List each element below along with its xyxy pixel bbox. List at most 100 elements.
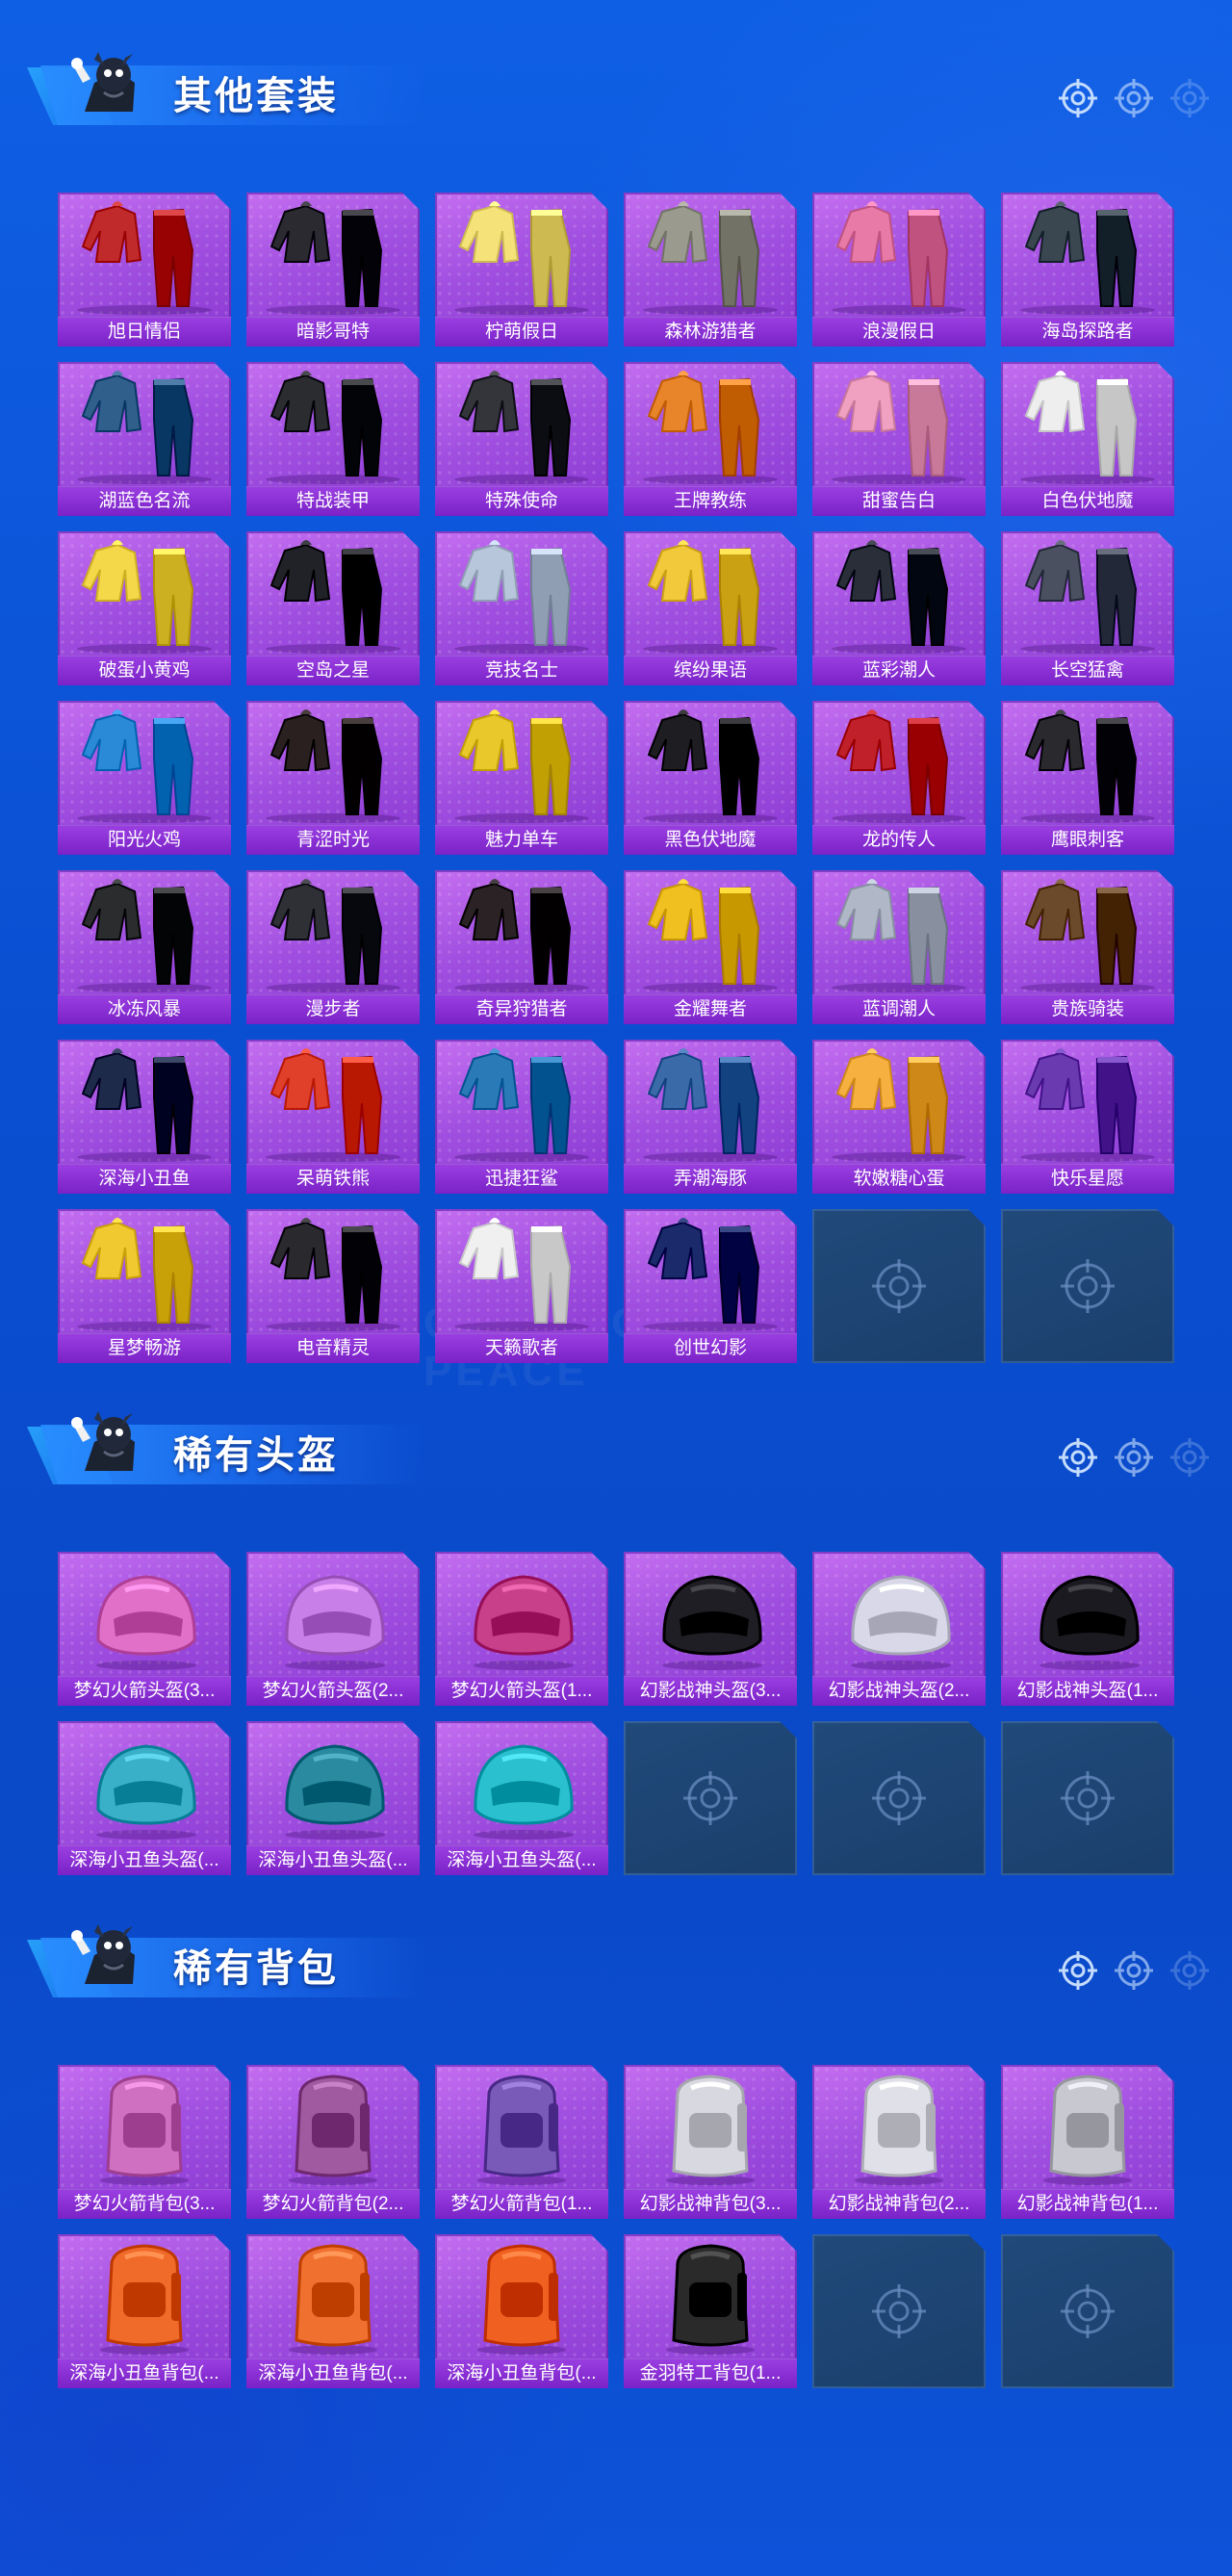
backpack-card[interactable]: 幻影战神背包(3... — [624, 2065, 797, 2219]
outfit-card[interactable]: 海岛探路者 — [1001, 193, 1174, 347]
helmet-card[interactable]: 深海小丑鱼头盔(... — [246, 1721, 420, 1875]
outfit-card[interactable]: 青涩时光 — [246, 701, 420, 855]
backpack-name: 深海小丑鱼背包(... — [246, 2358, 420, 2388]
helmet-image — [58, 1552, 231, 1675]
outfit-card[interactable]: 蓝调潮人 — [812, 870, 986, 1024]
outfit-card[interactable]: 柠萌假日 — [435, 193, 608, 347]
outfit-name: 冰冻风暴 — [58, 994, 231, 1024]
helmet-image — [435, 1552, 608, 1675]
outfit-card[interactable]: 旭日情侣 — [58, 193, 231, 347]
outfit-name: 软嫩糖心蛋 — [812, 1164, 986, 1194]
backpack-card[interactable]: 幻影战神背包(1... — [1001, 2065, 1174, 2219]
outfit-card[interactable]: 黑色伏地魔 — [624, 701, 797, 855]
outfit-image — [246, 1209, 420, 1332]
outfit-card[interactable]: 贵族骑装 — [1001, 870, 1174, 1024]
outfit-image — [58, 870, 231, 993]
crosshair-icon — [1168, 77, 1211, 119]
outfit-card[interactable]: 漫步者 — [246, 870, 420, 1024]
outfit-card[interactable]: 湖蓝色名流 — [58, 362, 231, 516]
backpack-image — [58, 2234, 231, 2357]
section-title: 稀有头盔 — [173, 1434, 339, 1477]
outfit-card[interactable]: 软嫩糖心蛋 — [812, 1040, 986, 1194]
helmet-name: 幻影战神头盔(1... — [1001, 1676, 1174, 1706]
outfit-name: 阳光火鸡 — [58, 825, 231, 855]
outfit-image — [624, 193, 797, 316]
outfit-card[interactable]: 缤纷果语 — [624, 531, 797, 685]
outfit-card[interactable]: 天籁歌者 — [435, 1209, 608, 1363]
outfit-image — [246, 193, 420, 316]
backpack-card[interactable]: 深海小丑鱼背包(... — [58, 2234, 231, 2388]
helmet-name: 深海小丑鱼头盔(... — [58, 1845, 231, 1875]
outfit-card[interactable]: 冰冻风暴 — [58, 870, 231, 1024]
outfit-card[interactable]: 星梦畅游 — [58, 1209, 231, 1363]
outfit-image — [1001, 870, 1174, 993]
helmet-name: 梦幻火箭头盔(1... — [435, 1676, 608, 1706]
outfit-card[interactable]: 快乐星愿 — [1001, 1040, 1174, 1194]
helmet-card[interactable]: 幻影战神头盔(1... — [1001, 1552, 1174, 1706]
outfit-image — [812, 1040, 986, 1163]
outfit-name: 甜蜜告白 — [812, 486, 986, 516]
helmet-card[interactable]: 幻影战神头盔(2... — [812, 1552, 986, 1706]
outfit-card[interactable]: 暗影哥特 — [246, 193, 420, 347]
outfit-name: 特殊使命 — [435, 486, 608, 516]
outfit-card[interactable]: 龙的传人 — [812, 701, 986, 855]
outfit-card[interactable]: 白色伏地魔 — [1001, 362, 1174, 516]
crosshair-emblem-icon — [870, 1769, 928, 1827]
outfit-card[interactable]: 浪漫假日 — [812, 193, 986, 347]
helmet-card[interactable]: 深海小丑鱼头盔(... — [58, 1721, 231, 1875]
section-header: 其他套装 — [27, 39, 1211, 135]
outfit-card[interactable]: 电音精灵 — [246, 1209, 420, 1363]
outfit-card[interactable]: 甜蜜告白 — [812, 362, 986, 516]
helmet-card[interactable]: 梦幻火箭头盔(2... — [246, 1552, 420, 1706]
outfit-card[interactable]: 创世幻影 — [624, 1209, 797, 1363]
helmet-card[interactable]: 幻影战神头盔(3... — [624, 1552, 797, 1706]
item-grid: 梦幻火箭背包(3... 梦幻火箭背包(2... 梦幻火箭背包(1... 幻影战神… — [58, 2065, 1174, 2388]
backpack-card[interactable]: 梦幻火箭背包(2... — [246, 2065, 420, 2219]
backpack-card[interactable]: 梦幻火箭背包(1... — [435, 2065, 608, 2219]
outfit-card[interactable]: 阳光火鸡 — [58, 701, 231, 855]
outfit-name: 天籁歌者 — [435, 1333, 608, 1363]
outfit-card[interactable]: 特殊使命 — [435, 362, 608, 516]
outfit-card[interactable]: 破蛋小黄鸡 — [58, 531, 231, 685]
backpack-name: 深海小丑鱼背包(... — [435, 2358, 608, 2388]
backpack-image — [435, 2234, 608, 2357]
helmet-card[interactable]: 梦幻火箭头盔(1... — [435, 1552, 608, 1706]
outfit-card[interactable]: 空岛之星 — [246, 531, 420, 685]
outfit-image — [624, 531, 797, 655]
outfit-card[interactable]: 蓝彩潮人 — [812, 531, 986, 685]
backpack-card[interactable]: 深海小丑鱼背包(... — [246, 2234, 420, 2388]
outfit-card[interactable]: 森林游猎者 — [624, 193, 797, 347]
outfit-image — [1001, 193, 1174, 316]
helmet-name: 幻影战神头盔(2... — [812, 1676, 986, 1706]
outfit-name: 鹰眼刺客 — [1001, 825, 1174, 855]
outfit-card[interactable]: 鹰眼刺客 — [1001, 701, 1174, 855]
helmet-card[interactable]: 梦幻火箭头盔(3... — [58, 1552, 231, 1706]
backpack-card[interactable]: 金羽特工背包(1... — [624, 2234, 797, 2388]
outfit-card[interactable]: 弄潮海豚 — [624, 1040, 797, 1194]
empty-slot — [1001, 1209, 1174, 1363]
helmet-card[interactable]: 深海小丑鱼头盔(... — [435, 1721, 608, 1875]
outfit-name: 空岛之星 — [246, 656, 420, 685]
crosshair-icon — [1057, 1949, 1099, 1992]
outfit-card[interactable]: 呆萌铁熊 — [246, 1040, 420, 1194]
outfit-name: 长空猛禽 — [1001, 656, 1174, 685]
outfit-card[interactable]: 金耀舞者 — [624, 870, 797, 1024]
outfit-card[interactable]: 王牌教练 — [624, 362, 797, 516]
outfit-card[interactable]: 奇异狩猎者 — [435, 870, 608, 1024]
outfit-card[interactable]: 竞技名士 — [435, 531, 608, 685]
backpack-card[interactable]: 深海小丑鱼背包(... — [435, 2234, 608, 2388]
mascot-icon — [65, 1404, 152, 1490]
crosshair-icon — [1113, 1949, 1155, 1992]
outfit-card[interactable]: 迅捷狂鲨 — [435, 1040, 608, 1194]
outfit-card[interactable]: 魅力单车 — [435, 701, 608, 855]
outfit-card[interactable]: 长空猛禽 — [1001, 531, 1174, 685]
outfit-card[interactable]: 深海小丑鱼 — [58, 1040, 231, 1194]
outfit-card[interactable]: 特战装甲 — [246, 362, 420, 516]
outfit-image — [624, 701, 797, 824]
empty-slot — [812, 1721, 986, 1875]
helmet-image — [246, 1552, 420, 1675]
outfit-image — [1001, 701, 1174, 824]
backpack-card[interactable]: 梦幻火箭背包(3... — [58, 2065, 231, 2219]
backpack-card[interactable]: 幻影战神背包(2... — [812, 2065, 986, 2219]
outfit-image — [1001, 531, 1174, 655]
